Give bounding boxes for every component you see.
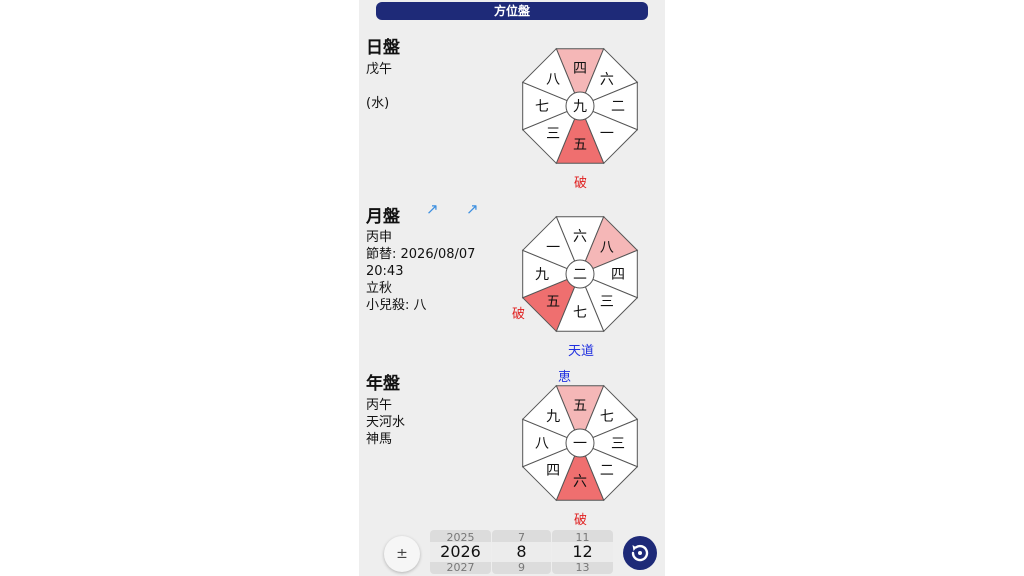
month-info: 丙申 節替: 2026/08/07 20:43 立秋 小兒殺: 八 bbox=[366, 229, 475, 314]
month-line-change-date: 節替: 2026/08/07 bbox=[366, 247, 476, 262]
board-number-center: 一 bbox=[573, 436, 587, 452]
day-tag-bottom: 破 bbox=[574, 176, 588, 191]
plus-minus-button[interactable]: ± bbox=[384, 536, 420, 572]
year-title: 年盤 bbox=[366, 374, 400, 394]
board-number-s: 七 bbox=[573, 305, 587, 321]
year-line-nayin: 天河水 bbox=[366, 415, 406, 430]
day-direction-board: 四六二一五三七八九 bbox=[521, 47, 639, 165]
board-number-e: 二 bbox=[611, 99, 625, 115]
board-number-e: 四 bbox=[611, 267, 625, 283]
month-picker[interactable]: 7 8 9 bbox=[492, 530, 551, 574]
month-tag-bottom: 天道 bbox=[568, 344, 595, 359]
day-line-stem: 戊午 bbox=[366, 62, 393, 77]
board-number-e: 三 bbox=[611, 436, 625, 452]
app-screen: 方位盤 日盤 戊午 (水) 四六二一五三七八九 破 月盤 ↗ ↗ 丙申 節替: … bbox=[359, 0, 665, 576]
year-picker-current: 2026 bbox=[440, 542, 481, 561]
board-number-ne: 七 bbox=[600, 409, 614, 425]
day-title: 日盤 bbox=[366, 38, 400, 58]
month-picker-next: 9 bbox=[518, 561, 525, 574]
year-line-stem: 丙午 bbox=[366, 398, 393, 413]
header-title: 方位盤 bbox=[376, 2, 648, 20]
board-number-se: 二 bbox=[600, 463, 614, 479]
board-number-sw: 三 bbox=[546, 126, 560, 142]
year-picker-next: 2027 bbox=[446, 561, 475, 574]
month-line-change-time: 20:43 bbox=[366, 264, 404, 279]
board-number-n: 四 bbox=[573, 61, 587, 77]
day-picker-next: 13 bbox=[575, 561, 590, 574]
day-info: 戊午 (水) bbox=[366, 61, 392, 112]
day-picker[interactable]: 11 12 13 bbox=[552, 530, 613, 574]
day-picker-current: 12 bbox=[572, 542, 593, 561]
arrow-icon: ↗ bbox=[466, 200, 479, 218]
year-direction-board: 五七三二六四八九一 bbox=[521, 384, 639, 502]
board-number-n: 五 bbox=[573, 398, 587, 414]
month-line-solar-term: 立秋 bbox=[366, 281, 393, 296]
board-number-w: 八 bbox=[535, 436, 549, 452]
month-line-stem: 丙申 bbox=[366, 230, 393, 245]
board-number-center: 二 bbox=[573, 267, 587, 283]
day-line-weekday: (水) bbox=[366, 96, 390, 111]
board-number-s: 五 bbox=[573, 137, 587, 153]
board-number-se: 一 bbox=[600, 126, 614, 142]
month-direction-board: 六八四三七五九一二 bbox=[521, 215, 639, 333]
board-number-n: 六 bbox=[573, 229, 587, 245]
month-tag-left: 破 bbox=[512, 307, 526, 322]
year-info: 丙午 天河水 神馬 bbox=[366, 397, 405, 448]
board-number-sw: 五 bbox=[546, 294, 560, 310]
board-number-ne: 六 bbox=[600, 72, 614, 88]
day-line-spacer bbox=[366, 78, 392, 95]
year-line-shinme: 神馬 bbox=[366, 432, 393, 447]
board-number-se: 三 bbox=[600, 294, 614, 310]
board-number-w: 九 bbox=[535, 267, 549, 283]
year-picker[interactable]: 2025 2026 2027 bbox=[430, 530, 491, 574]
board-number-nw: 九 bbox=[546, 409, 560, 425]
month-line-shousatsu: 小兒殺: 八 bbox=[366, 298, 427, 313]
board-number-ne: 八 bbox=[600, 240, 614, 256]
month-picker-current: 8 bbox=[516, 542, 527, 561]
reset-icon bbox=[631, 544, 649, 562]
board-number-nw: 八 bbox=[546, 72, 560, 88]
date-control-bar: ± 2025 2026 2027 7 8 9 11 12 13 bbox=[359, 528, 665, 576]
arrow-icon: ↗ bbox=[426, 200, 439, 218]
board-number-s: 六 bbox=[573, 474, 587, 490]
board-number-w: 七 bbox=[535, 99, 549, 115]
board-number-sw: 四 bbox=[546, 463, 560, 479]
reset-button[interactable] bbox=[623, 536, 657, 570]
board-number-nw: 一 bbox=[546, 240, 560, 256]
month-title: 月盤 bbox=[366, 207, 400, 227]
year-tag-bottom: 破 bbox=[574, 513, 588, 528]
board-number-center: 九 bbox=[573, 99, 587, 115]
